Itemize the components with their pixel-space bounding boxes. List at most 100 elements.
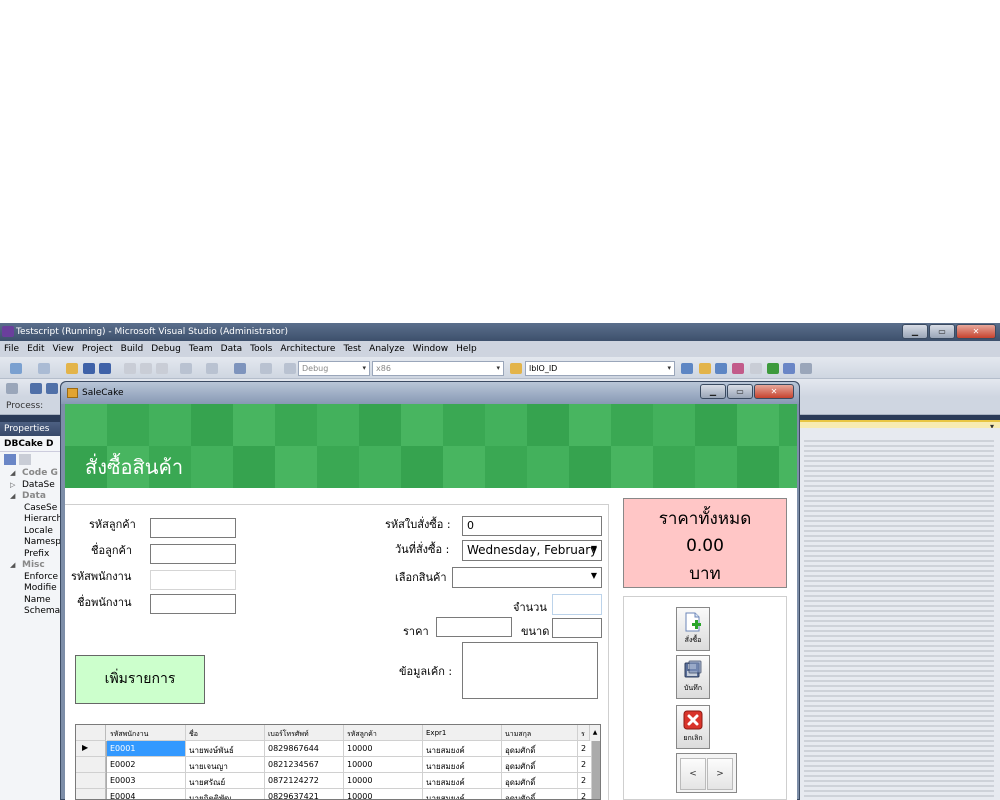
categorized-icon[interactable] xyxy=(4,454,16,465)
grid-header-cell[interactable]: ชื่อ xyxy=(186,725,265,741)
menu-view[interactable]: View xyxy=(53,344,74,354)
property-row[interactable]: Schema xyxy=(0,606,61,618)
menu-team[interactable]: Team xyxy=(189,344,213,354)
table-row[interactable]: E0004 นายกิตติพัฒ 0829637421 10000 นายสม… xyxy=(76,789,600,799)
menu-test[interactable]: Test xyxy=(343,344,361,354)
employee-name-input[interactable] xyxy=(150,594,236,614)
add-item-button[interactable]: เพิ่มรายการ xyxy=(75,655,205,704)
grid-header-cell[interactable]: รหัสพนักงาน xyxy=(107,725,186,741)
employee-data-grid[interactable]: รหัสพนักงาน ชื่อ เบอร์โทรศัพท์ รหัสลูกค้… xyxy=(75,724,601,800)
new-project-icon[interactable] xyxy=(10,363,22,374)
menu-edit[interactable]: Edit xyxy=(27,344,44,354)
property-category[interactable]: ◢ Code G xyxy=(0,468,61,480)
grid-header-cell[interactable]: Expr1 xyxy=(423,725,502,741)
menu-analyze[interactable]: Analyze xyxy=(369,344,404,354)
menu-architecture[interactable]: Architecture xyxy=(280,344,335,354)
quantity-input[interactable] xyxy=(552,594,602,615)
table-cell[interactable]: 0821234567 xyxy=(265,757,344,773)
table-cell[interactable]: นายสมยงค์ xyxy=(423,741,502,757)
table-cell[interactable]: 2 xyxy=(578,757,592,773)
table-cell[interactable]: อุดมศักดิ์ xyxy=(502,757,578,773)
order-id-input[interactable]: 0 xyxy=(462,516,602,536)
customer-name-input[interactable] xyxy=(150,544,236,564)
property-category[interactable]: ◢ Misc xyxy=(0,560,61,572)
table-cell[interactable]: 2 xyxy=(578,773,592,789)
undo-icon[interactable] xyxy=(180,363,192,374)
menu-help[interactable]: Help xyxy=(456,344,477,354)
navigate-forward-icon[interactable] xyxy=(260,363,272,374)
table-cell[interactable]: นายกิตติพัฒ xyxy=(186,789,265,799)
table-cell[interactable]: 0872124272 xyxy=(265,773,344,789)
paste-icon[interactable] xyxy=(156,363,168,374)
table-cell[interactable]: 10000 xyxy=(344,741,423,757)
save-all-icon[interactable] xyxy=(99,363,111,374)
property-row[interactable]: CaseSe xyxy=(0,503,61,515)
product-combo[interactable]: ▼ xyxy=(452,567,602,588)
table-cell[interactable]: 10000 xyxy=(344,757,423,773)
vs-maximize-button[interactable]: ▭ xyxy=(929,324,955,339)
table-cell[interactable]: E0004 xyxy=(107,789,186,799)
menu-file[interactable]: File xyxy=(4,344,19,354)
table-cell[interactable]: นายสมยงค์ xyxy=(423,789,502,799)
object-browser-icon[interactable] xyxy=(715,363,727,374)
command-window-icon[interactable] xyxy=(800,363,812,374)
table-row[interactable]: E0002 นายเจนญา 0821234567 10000 นายสมยงค… xyxy=(76,757,600,773)
table-cell[interactable]: นายสมยงค์ xyxy=(423,757,502,773)
salecake-maximize-button[interactable]: ▭ xyxy=(727,384,753,399)
menu-debug[interactable]: Debug xyxy=(151,344,181,354)
table-cell[interactable]: 0829867644 xyxy=(265,741,344,757)
table-cell[interactable]: E0003 xyxy=(107,773,186,789)
grid-header-cell[interactable]: รหัสลูกค้า xyxy=(344,725,423,741)
menu-window[interactable]: Window xyxy=(413,344,449,354)
table-cell[interactable]: 0829637421 xyxy=(265,789,344,799)
table-cell[interactable]: อุดมศักดิ์ xyxy=(502,741,578,757)
vs-minimize-button[interactable]: ▁ xyxy=(902,324,928,339)
property-row[interactable]: Namesp xyxy=(0,537,61,549)
table-cell[interactable]: อุดมศักดิ์ xyxy=(502,773,578,789)
properties-object-name[interactable]: DBCake D xyxy=(0,436,61,452)
customer-id-input[interactable] xyxy=(150,518,236,538)
cancel-button[interactable]: ยกเลิก xyxy=(676,705,710,749)
add-item-icon[interactable] xyxy=(38,363,50,374)
tools-icon[interactable] xyxy=(750,363,762,374)
redo-icon[interactable] xyxy=(206,363,218,374)
stop-debugging-icon[interactable] xyxy=(46,383,58,394)
property-row[interactable]: Locale xyxy=(0,526,61,538)
size-input[interactable] xyxy=(552,618,602,638)
extension-manager-icon[interactable] xyxy=(767,363,779,374)
table-cell[interactable]: นายศรัณย์ xyxy=(186,773,265,789)
alphabetical-sort-icon[interactable] xyxy=(19,454,31,465)
property-row[interactable]: Name xyxy=(0,595,61,607)
start-page-icon[interactable] xyxy=(783,363,795,374)
property-row[interactable]: Hierarch xyxy=(0,514,61,526)
property-category[interactable]: ◢ Data xyxy=(0,491,61,503)
table-cell[interactable]: 10000 xyxy=(344,789,423,799)
menu-build[interactable]: Build xyxy=(121,344,144,354)
price-input[interactable] xyxy=(436,617,512,637)
save-button[interactable]: บันทึก xyxy=(676,655,710,699)
find-in-files-icon[interactable] xyxy=(510,363,522,374)
copy-icon[interactable] xyxy=(140,363,152,374)
start-debugging-icon[interactable] xyxy=(284,363,296,374)
solution-platform-combo[interactable]: x86 ▾ xyxy=(372,361,504,376)
table-row[interactable]: E0003 นายศรัณย์ 0872124272 10000 นายสมยง… xyxy=(76,773,600,789)
break-all-icon[interactable] xyxy=(30,383,42,394)
table-cell[interactable]: 2 xyxy=(578,741,592,757)
employee-id-input[interactable] xyxy=(150,570,236,590)
toolbox-icon[interactable] xyxy=(732,363,744,374)
salecake-title-bar[interactable]: SaleCake ▁ ▭ ✕ xyxy=(61,382,799,404)
properties-window-icon[interactable] xyxy=(699,363,711,374)
table-cell[interactable]: 10000 xyxy=(344,773,423,789)
table-cell[interactable]: E0001 xyxy=(107,741,186,757)
table-row[interactable]: ▶ E0001 นายพงษ์พันธ์ 0829867644 10000 นา… xyxy=(76,741,600,757)
next-record-button[interactable]: > xyxy=(707,758,733,790)
solution-explorer-icon[interactable] xyxy=(681,363,693,374)
table-cell[interactable]: นายเจนญา xyxy=(186,757,265,773)
continue-icon[interactable] xyxy=(6,383,18,394)
salecake-close-button[interactable]: ✕ xyxy=(754,384,794,399)
menu-tools[interactable]: Tools xyxy=(250,344,272,354)
menu-project[interactable]: Project xyxy=(82,344,113,354)
vs-close-button[interactable]: ✕ xyxy=(956,324,996,339)
menu-data[interactable]: Data xyxy=(221,344,243,354)
navigate-backward-icon[interactable] xyxy=(234,363,246,374)
